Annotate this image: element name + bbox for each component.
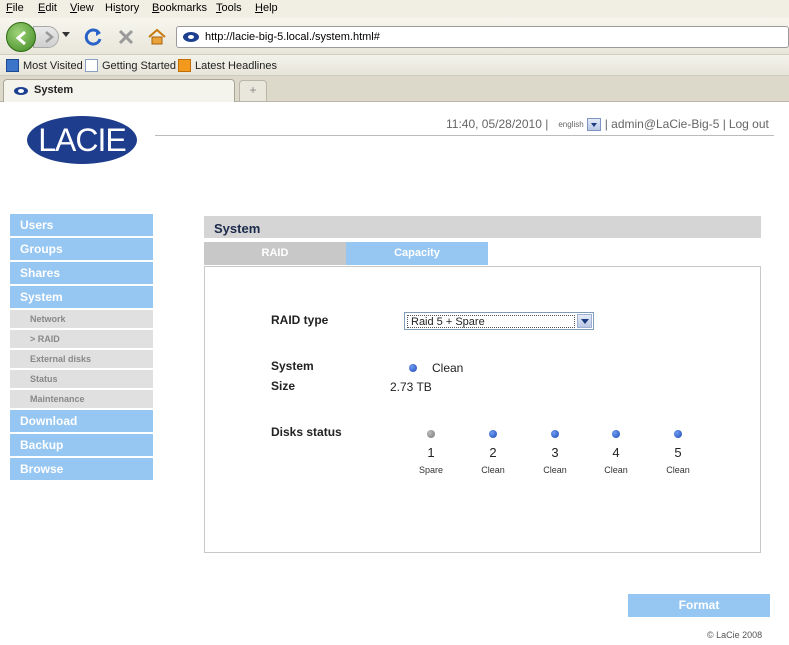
datetime: 11:40, 05/28/2010 | bbox=[446, 117, 549, 131]
raid-type-value: Raid 5 + Spare bbox=[407, 315, 575, 328]
tab-favicon-icon bbox=[14, 87, 28, 95]
sidebar-item-system[interactable]: System bbox=[10, 286, 153, 308]
disk-number: 3 bbox=[551, 445, 559, 460]
back-arrow-icon bbox=[15, 30, 26, 46]
menu-file[interactable]: File bbox=[6, 2, 24, 14]
disk-state: Clean bbox=[666, 465, 690, 475]
menu-bookmarks[interactable]: Bookmarks bbox=[152, 2, 207, 14]
copyright: © LaCie 2008 bbox=[707, 630, 763, 640]
bookmark-folder-icon bbox=[6, 59, 19, 72]
disk-status-icon bbox=[489, 430, 497, 438]
home-icon[interactable] bbox=[147, 27, 167, 47]
content-panel bbox=[204, 266, 761, 553]
menu-edit[interactable]: Edit bbox=[38, 2, 57, 14]
menu-tools[interactable]: Tools bbox=[216, 2, 242, 14]
new-tab-button[interactable]: + bbox=[239, 80, 267, 101]
tab-strip: System + bbox=[0, 76, 789, 102]
sidebar-item-users[interactable]: Users bbox=[10, 214, 153, 236]
header-info: 11:40, 05/28/2010 | english | admin@LaCi… bbox=[446, 117, 769, 131]
language-label: english bbox=[558, 119, 584, 129]
disk-number: 2 bbox=[489, 445, 497, 460]
menu-view[interactable]: View bbox=[70, 2, 94, 14]
sidebar-item-groups[interactable]: Groups bbox=[10, 238, 153, 260]
url-text: http://lacie-big-5.local./system.html# bbox=[205, 31, 380, 43]
disk-status-icon bbox=[551, 430, 559, 438]
sidebar-item-browse[interactable]: Browse bbox=[10, 458, 153, 480]
sidebar-item-backup[interactable]: Backup bbox=[10, 434, 153, 456]
format-button[interactable]: Format bbox=[628, 594, 770, 617]
reload-icon[interactable] bbox=[84, 27, 104, 47]
sidebar-item-download[interactable]: Download bbox=[10, 410, 153, 432]
disk-status-icon bbox=[612, 430, 620, 438]
system-status: Clean bbox=[432, 361, 464, 375]
sidebar-item-maintenance[interactable]: Maintenance bbox=[10, 390, 153, 408]
tab-system[interactable]: System bbox=[3, 79, 235, 102]
disk-number: 5 bbox=[674, 445, 682, 460]
disk-state: Clean bbox=[543, 465, 567, 475]
disk-status-icon bbox=[674, 430, 682, 438]
raid-type-select[interactable]: Raid 5 + Spare bbox=[404, 312, 594, 330]
disk-status-icon bbox=[427, 430, 435, 438]
tab-raid[interactable]: RAID bbox=[204, 242, 346, 265]
browser-menubar: File Edit View History Bookmarks Tools H… bbox=[0, 0, 789, 18]
sidebar-item-network[interactable]: Network bbox=[10, 310, 153, 328]
language-dropdown[interactable] bbox=[586, 117, 601, 131]
size-label: Size bbox=[271, 379, 296, 393]
disks-status-label: Disks status bbox=[271, 425, 342, 439]
bookmark-getting-started[interactable]: Getting Started bbox=[85, 59, 176, 72]
chevron-down-icon bbox=[577, 314, 592, 328]
size-value: 2.73 TB bbox=[390, 380, 432, 394]
sidebar: Users Groups Shares System Network > RAI… bbox=[10, 214, 153, 482]
section-title: System bbox=[214, 221, 261, 236]
tab-capacity[interactable]: Capacity bbox=[346, 242, 488, 265]
site-favicon-icon bbox=[183, 32, 199, 42]
sidebar-item-status[interactable]: Status bbox=[10, 370, 153, 388]
history-dropdown-icon[interactable] bbox=[62, 32, 70, 37]
rss-icon bbox=[178, 59, 191, 72]
disk-state: Clean bbox=[604, 465, 628, 475]
forward-arrow-icon bbox=[45, 31, 54, 43]
bookmarks-toolbar: Most Visited Getting Started Latest Head… bbox=[0, 55, 789, 76]
bookmark-latest-headlines[interactable]: Latest Headlines bbox=[178, 59, 277, 72]
disk-state: Spare bbox=[418, 465, 444, 475]
raid-type-label: RAID type bbox=[271, 313, 329, 327]
section-header: System bbox=[204, 216, 761, 238]
user-info: | admin@LaCie-Big-5 | bbox=[604, 117, 726, 131]
forward-button[interactable] bbox=[33, 26, 59, 48]
system-label: System bbox=[271, 359, 314, 373]
menu-help[interactable]: Help bbox=[255, 2, 278, 14]
sidebar-item-external-disks[interactable]: External disks bbox=[10, 350, 153, 368]
status-dot-icon bbox=[409, 364, 417, 372]
page-icon bbox=[85, 59, 98, 72]
disk-state: Clean bbox=[481, 465, 505, 475]
menu-history[interactable]: History bbox=[105, 2, 139, 14]
disk-number: 1 bbox=[427, 445, 435, 460]
sidebar-item-raid[interactable]: > RAID bbox=[10, 330, 153, 348]
stop-icon[interactable] bbox=[116, 27, 136, 47]
disk-number: 4 bbox=[612, 445, 620, 460]
lacie-logo: LACIE bbox=[27, 116, 137, 164]
header-divider bbox=[155, 135, 774, 136]
url-bar[interactable]: http://lacie-big-5.local./system.html# bbox=[176, 26, 789, 48]
tab-title: System bbox=[34, 84, 74, 96]
bookmark-most-visited[interactable]: Most Visited bbox=[6, 59, 83, 72]
logout-link[interactable]: Log out bbox=[729, 117, 769, 131]
back-button[interactable] bbox=[6, 22, 36, 52]
browser-navbar: http://lacie-big-5.local./system.html# bbox=[0, 18, 789, 55]
sidebar-item-shares[interactable]: Shares bbox=[10, 262, 153, 284]
